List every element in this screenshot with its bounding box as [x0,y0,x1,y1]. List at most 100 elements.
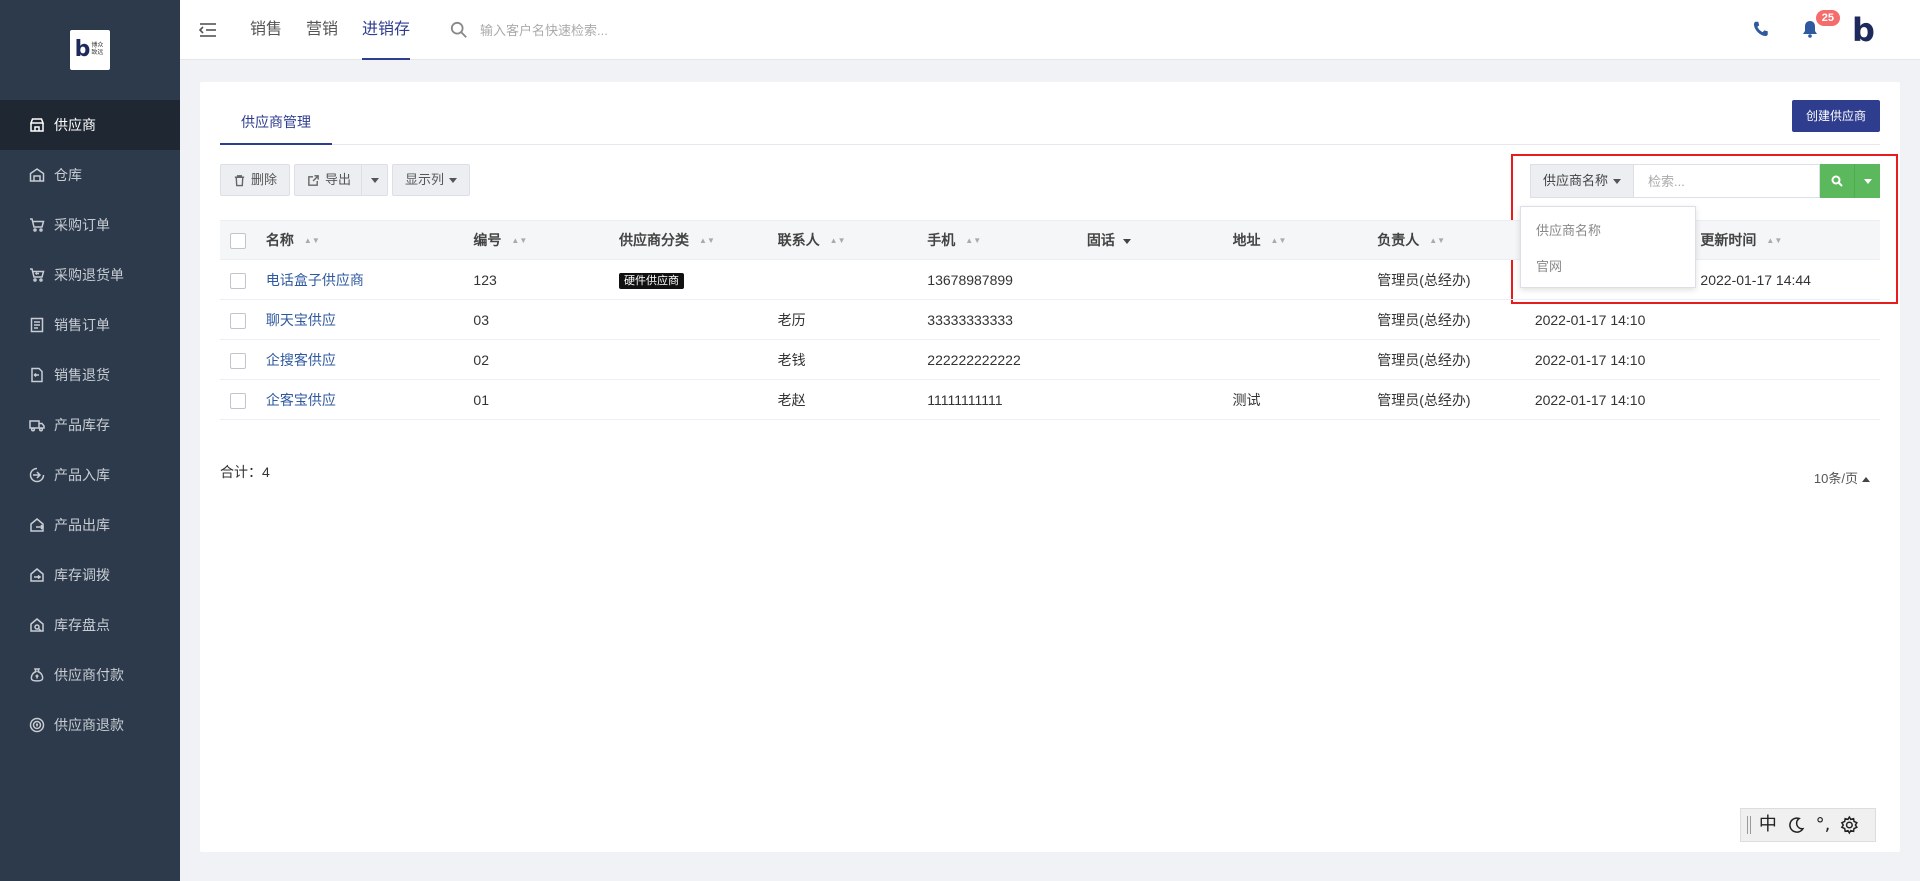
phone-icon[interactable] [1752,20,1770,38]
cell-contact-value: 老钱 [777,351,806,368]
cell-address-value: 测试 [1232,391,1261,408]
select-all-checkbox[interactable] [230,233,246,250]
cell-telephone [1087,300,1233,340]
columns-button[interactable]: 显示列 [392,164,471,196]
export-dropdown-toggle[interactable] [361,165,387,195]
header-code[interactable]: 编号 ▲▼ [473,220,619,260]
sidebar-item-label: 库存调拨 [54,567,110,583]
row-select-cell [220,340,266,380]
cell-created: 2022-01-17 14:10 [1535,380,1701,420]
sidebar-item-11[interactable]: 供应商付款 [0,650,180,700]
header-name[interactable]: 名称 ▲▼ [266,220,474,260]
supplier-name-link[interactable]: 企客宝供应 [266,392,336,408]
sidebar-item-1[interactable]: 仓库 [0,150,180,200]
cell-telephone [1087,260,1233,300]
cell-category [619,300,778,340]
cell-address [1233,260,1378,300]
row-checkbox[interactable] [230,352,246,369]
cell-telephone [1087,380,1233,420]
cell-created-value: 2022-01-17 14:10 [1534,311,1646,328]
brand-logo[interactable]: b [1852,14,1882,46]
supplier-search-input[interactable] [1634,164,1820,198]
moon-icon[interactable] [1787,815,1806,835]
cell-contact [778,260,928,300]
delete-button[interactable]: 删除 [220,164,291,196]
header-address[interactable]: 地址 ▲▼ [1233,220,1378,260]
search-icon [450,21,467,38]
search-button[interactable] [1820,164,1854,198]
create-supplier-button[interactable]: 创建供应商 [1791,100,1880,132]
search-field-select[interactable]: 供应商名称 [1529,164,1634,198]
cell-created: 2022-01-17 14:10 [1535,340,1701,380]
cell-code-value: 123 [473,271,497,288]
global-search-input[interactable] [480,22,720,38]
row-checkbox[interactable] [230,392,246,409]
sidebar-item-10[interactable]: 库存盘点 [0,600,180,650]
export-button-label: 导出 [325,172,352,187]
tab-supplier-management[interactable]: 供应商管理 [220,100,332,145]
cell-created-value: 2022-01-17 14:10 [1534,391,1646,408]
cell-created-value: 2022-01-17 14:10 [1534,351,1646,368]
gear-icon[interactable] [1840,815,1859,835]
search-field-label: 供应商名称 [1542,173,1608,188]
sidebar-item-0[interactable]: 供应商 [0,100,180,150]
sidebar-item-7[interactable]: 产品入库 [0,450,180,500]
menu-toggle-icon[interactable] [198,20,218,40]
cart-return-icon [28,266,46,284]
cell-mobile: 11111111111 [927,380,1087,420]
list-icon [28,316,46,334]
ime-drag-handle[interactable] [1747,816,1751,834]
sidebar-item-3[interactable]: 采购退货单 [0,250,180,300]
cell-code: 03 [473,300,619,340]
cell-name: 聊天宝供应 [266,300,474,340]
chevron-down-icon [449,177,458,183]
cell-contact-value: 老赵 [777,391,806,408]
row-checkbox[interactable] [230,312,246,329]
search-icon [1831,175,1843,187]
header-updated[interactable]: 更新时间 ▲▼ [1700,220,1880,260]
toolbar: 删除 导出 显示列 [220,164,474,196]
sidebar-item-label: 库存盘点 [54,617,110,633]
supplier-search-group: 供应商名称 [1529,164,1880,198]
dropdown-option-supplier-name[interactable]: 供应商名称 [1521,213,1695,249]
header-owner[interactable]: 负责人 ▲▼ [1377,220,1535,260]
sort-icon: ▲▼ [511,236,528,246]
ime-language-toggle[interactable]: 中 [1759,816,1777,834]
header-telephone[interactable]: 固话 [1087,220,1233,260]
search-options-toggle[interactable] [1854,164,1880,198]
supplier-name-link[interactable]: 企搜客供应 [266,352,336,368]
sidebar-item-9[interactable]: 库存调拨 [0,550,180,600]
supplier-name-link[interactable]: 聊天宝供应 [266,312,336,328]
sidebar-item-label: 销售退货 [54,367,110,383]
top-nav-marketing[interactable]: 营销 [306,0,338,60]
sidebar-item-5[interactable]: 销售退货 [0,350,180,400]
select-all-cell [220,220,266,260]
sort-icon: ▲▼ [1429,236,1446,246]
chevron-down-icon [1863,178,1872,184]
inbound-icon [28,466,46,484]
cell-telephone [1087,340,1233,380]
export-button[interactable]: 导出 [294,164,389,196]
supplier-name-link[interactable]: 电话盒子供应商 [266,272,364,288]
sidebar-item-12[interactable]: 供应商退款 [0,700,180,750]
money-bag-icon [28,666,46,684]
top-nav-inventory[interactable]: 进销存 [362,0,411,60]
sidebar-item-8[interactable]: 产品出库 [0,500,180,550]
cell-mobile: 33333333333 [927,300,1087,340]
sidebar-item-6[interactable]: 产品库存 [0,400,180,450]
header-category[interactable]: 供应商分类 ▲▼ [619,220,778,260]
chevron-up-icon [1862,477,1870,483]
sidebar-item-label: 产品出库 [54,517,110,533]
table-row: 聊天宝供应 03 老历 33333333333 管理员(总经办) 2022-01-17 1… [220,300,1880,340]
cell-owner: 管理员(总经办) [1377,380,1535,420]
ime-punctuation-toggle[interactable]: °, [1816,816,1831,834]
page-size-select[interactable]: 10条/页 [1814,468,1870,487]
cell-contact: 老钱 [778,340,928,380]
row-checkbox[interactable] [230,272,246,289]
sidebar-item-4[interactable]: 销售订单 [0,300,180,350]
top-nav-sales[interactable]: 销售 [250,0,282,60]
dropdown-option-website[interactable]: 官网 [1521,249,1695,285]
header-mobile[interactable]: 手机 ▲▼ [927,220,1087,260]
header-contact[interactable]: 联系人 ▲▼ [778,220,928,260]
sidebar-item-2[interactable]: 采购订单 [0,200,180,250]
